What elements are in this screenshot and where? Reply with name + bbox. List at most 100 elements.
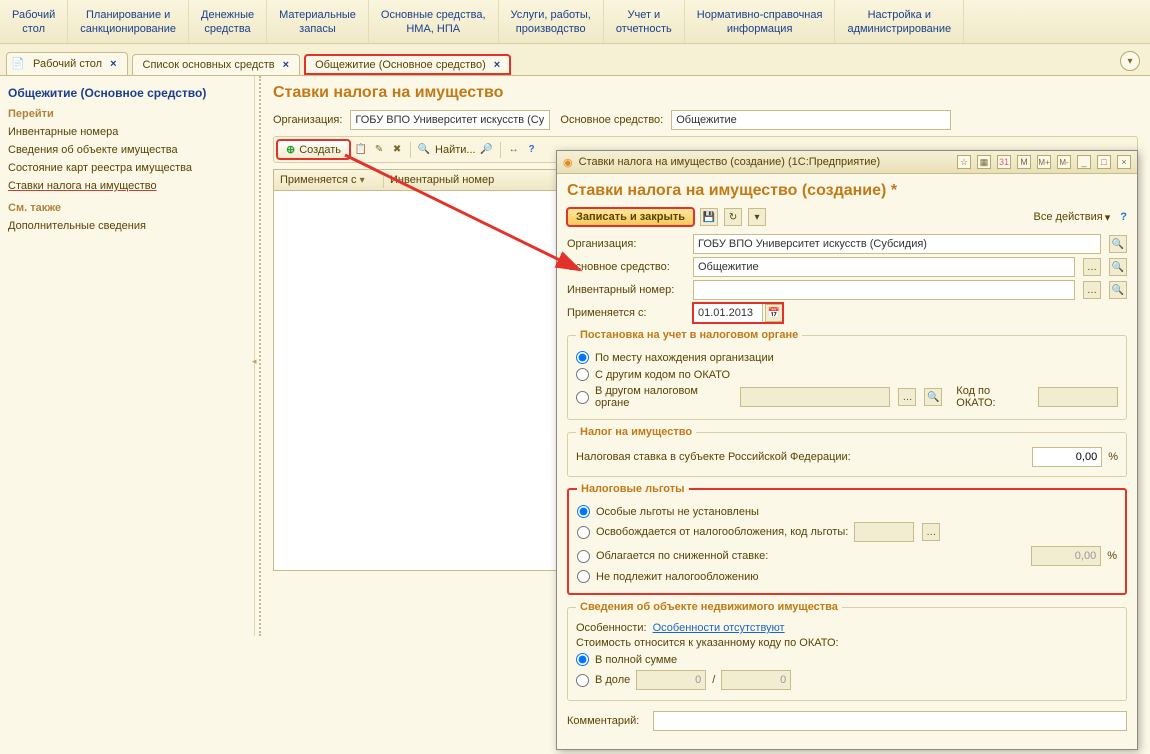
search-icon: 🔍 — [417, 143, 431, 157]
calc-icon[interactable]: ▦ — [977, 155, 991, 169]
modal-tax-rate: ◉ Ставки налога на имущество (создание) … — [556, 150, 1138, 750]
side-link-inventory[interactable]: Инвентарные номера — [8, 124, 246, 140]
maximize-icon[interactable]: □ — [1097, 155, 1111, 169]
select-icon[interactable]: … — [898, 388, 916, 406]
fav-icon[interactable]: ☆ — [957, 155, 971, 169]
modal-close-icon[interactable]: × — [1117, 155, 1131, 169]
m-org-input[interactable]: ГОБУ ВПО Университет искусств (Субсидия) — [693, 234, 1101, 254]
main-nav: Рабочийстол Планирование исанкционирован… — [0, 0, 1150, 44]
rate-input[interactable] — [1032, 447, 1102, 467]
page-title: Ставки налога на имущество — [273, 84, 1138, 102]
mminus-icon[interactable]: M- — [1057, 155, 1071, 169]
more-icon[interactable]: ▾ — [748, 208, 766, 226]
copy-icon[interactable]: 📋 — [354, 143, 368, 157]
lookup-icon[interactable]: 🔍 — [924, 388, 942, 406]
nav-reference[interactable]: Нормативно-справочнаяинформация — [685, 0, 836, 43]
reduced-rate-input[interactable] — [1031, 546, 1101, 566]
fieldset-registration: Постановка на учет в налоговом органе По… — [567, 329, 1127, 420]
close-icon[interactable]: × — [283, 59, 289, 71]
share-den-input[interactable] — [721, 670, 791, 690]
modal-titlebar[interactable]: ◉ Ставки налога на имущество (создание) … — [557, 151, 1137, 174]
org-input[interactable] — [350, 110, 550, 130]
m-date-input[interactable] — [693, 303, 763, 323]
all-actions-menu[interactable]: Все действия ▾ — [1034, 211, 1111, 224]
comment-input[interactable] — [653, 711, 1127, 731]
radio-other-okato[interactable]: С другим кодом по ОКАТО — [576, 368, 1118, 381]
nav-money[interactable]: Денежныесредства — [189, 0, 267, 43]
tab-dormitory[interactable]: Общежитие (Основное средство) × — [304, 54, 511, 75]
edit-icon[interactable]: ✎ — [372, 143, 386, 157]
tab-label: Рабочий стол — [33, 58, 102, 70]
nav-admin[interactable]: Настройка иадминистрирование — [835, 0, 964, 43]
save-icon[interactable]: 💾 — [700, 208, 718, 226]
lookup-icon[interactable]: 🔍 — [1109, 281, 1127, 299]
fa-input[interactable] — [671, 110, 951, 130]
m-fa-input[interactable]: Общежитие — [693, 257, 1075, 277]
lookup-icon[interactable]: 🔍 — [1109, 235, 1127, 253]
radio-other-tax[interactable] — [576, 391, 589, 404]
side-title: Общежитие (Основное средство) — [8, 86, 246, 100]
m-icon[interactable]: M — [1017, 155, 1031, 169]
minimize-icon[interactable]: _ — [1077, 155, 1091, 169]
features-link[interactable]: Особенности отсутствуют — [653, 622, 785, 634]
select-icon[interactable]: … — [1083, 281, 1101, 299]
other-tax-input[interactable] — [740, 387, 890, 407]
exempt-code-input[interactable] — [854, 522, 914, 542]
okato-input[interactable] — [1038, 387, 1118, 407]
nav-assets[interactable]: Основные средства,НМА, НПА — [369, 0, 499, 43]
fa-label: Основное средство: — [560, 114, 663, 126]
radio-full-sum[interactable]: В полной сумме — [576, 653, 1118, 666]
tab-label: Общежитие (Основное средство) — [315, 59, 486, 71]
features-label: Особенности: — [576, 622, 647, 634]
nav-stock[interactable]: Материальныезапасы — [267, 0, 369, 43]
radio-not-taxed[interactable]: Не подлежит налогообложению — [577, 570, 1117, 583]
close-icon[interactable]: × — [110, 58, 116, 70]
m-fa-label: Основное средство: — [567, 261, 687, 273]
nav-desktop[interactable]: Рабочийстол — [0, 0, 68, 43]
nav-accounting[interactable]: Учет иотчетность — [604, 0, 685, 43]
side-link-registry[interactable]: Состояние карт реестра имущества — [8, 160, 246, 176]
refresh-icon[interactable]: ↻ — [724, 208, 742, 226]
delete-icon[interactable]: ✖ — [390, 143, 404, 157]
radio-no-benefit[interactable]: Особые льготы не установлены — [577, 505, 1117, 518]
lookup-icon[interactable]: 🔍 — [1109, 258, 1127, 276]
tab-label: Список основных средств — [143, 59, 275, 71]
calendar-picker-icon[interactable]: 📅 — [765, 304, 783, 322]
desktop-icon: 📄 — [11, 57, 25, 71]
help-icon[interactable]: ? — [1120, 211, 1127, 223]
m-inv-label: Инвентарный номер: — [567, 284, 687, 296]
dropdown-button[interactable]: ▾ — [1120, 51, 1140, 71]
save-close-button[interactable]: Записать и закрыть — [567, 208, 694, 226]
side-link-property[interactable]: Сведения об объекте имущества — [8, 142, 246, 158]
share-num-input[interactable] — [636, 670, 706, 690]
side-panel: Общежитие (Основное средство) Перейти Ин… — [0, 76, 255, 636]
radio-exempt[interactable] — [577, 526, 590, 539]
mplus-icon[interactable]: M+ — [1037, 155, 1051, 169]
side-link-tax-rates[interactable]: Ставки налога на имущество — [8, 178, 246, 194]
find-label[interactable]: Найти... — [435, 144, 476, 156]
m-date-label: Применяется с: — [567, 307, 687, 319]
create-button[interactable]: ⊕ Создать — [277, 140, 350, 159]
radio-exempt-row: Освобождается от налогообложения, код ль… — [577, 522, 1117, 542]
nav-back-icon[interactable]: ↔ — [507, 143, 521, 157]
tab-asset-list[interactable]: Список основных средств × — [132, 54, 301, 75]
radio-share[interactable] — [576, 674, 589, 687]
radio-reduced[interactable] — [577, 550, 590, 563]
tab-desktop[interactable]: 📄 Рабочий стол × — [6, 52, 128, 75]
radio-reduced-row: Облагается по сниженной ставке: % — [577, 546, 1117, 566]
clear-search-icon[interactable]: 🔎 — [480, 143, 494, 157]
side-link-extra[interactable]: Дополнительные сведения — [8, 218, 246, 234]
m-org-label: Организация: — [567, 238, 687, 250]
m-inv-input[interactable] — [693, 280, 1075, 300]
nav-planning[interactable]: Планирование исанкционирование — [68, 0, 189, 43]
close-icon[interactable]: × — [494, 59, 500, 71]
col-applies-from[interactable]: Применяется с ▾ — [274, 172, 384, 188]
help-icon[interactable]: ? — [525, 143, 539, 157]
select-icon[interactable]: … — [922, 523, 940, 541]
nav-services[interactable]: Услуги, работы,производство — [499, 0, 604, 43]
radio-org-location[interactable]: По месту нахождения организации — [576, 351, 1118, 364]
calendar-icon[interactable]: 31 — [997, 155, 1011, 169]
sort-icon: ▾ — [360, 175, 365, 186]
rate-label: Налоговая ставка в субъекте Российской Ф… — [576, 451, 1026, 463]
select-icon[interactable]: … — [1083, 258, 1101, 276]
